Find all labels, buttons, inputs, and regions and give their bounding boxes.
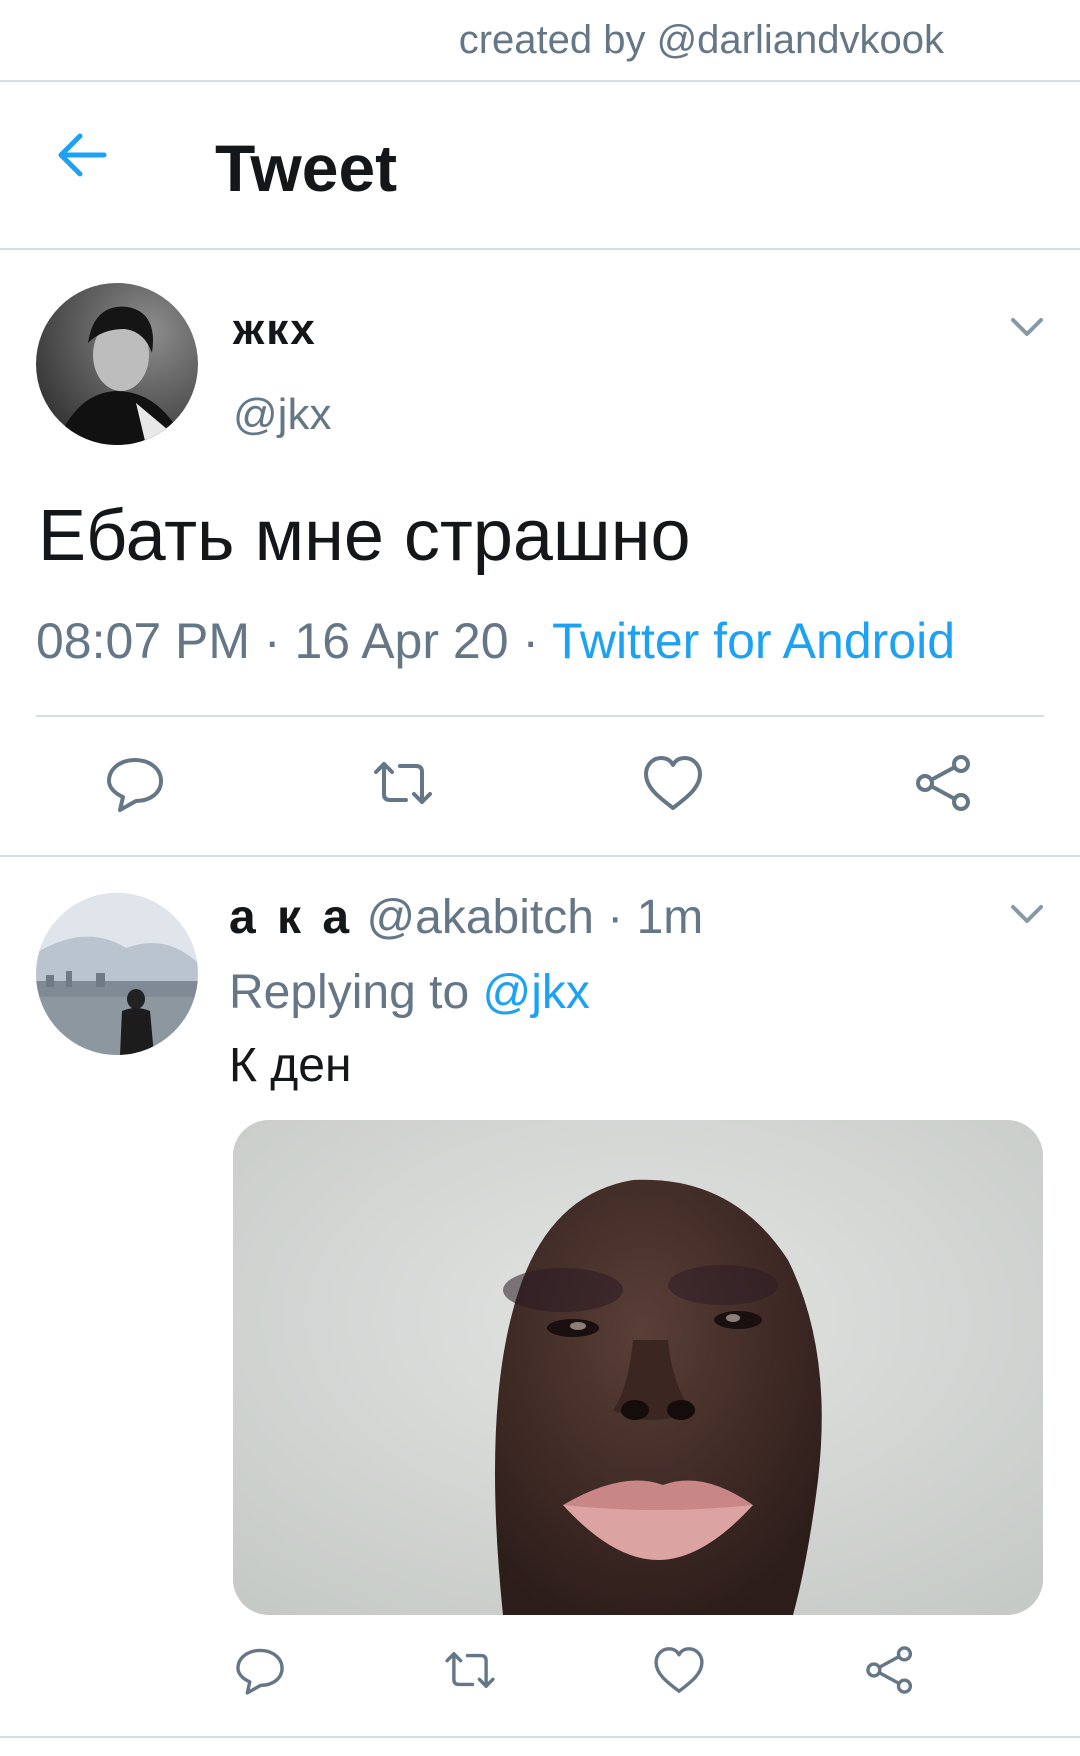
arrow-left-icon (58, 133, 107, 177)
replying-handle-link[interactable]: @jkx (482, 966, 589, 1019)
reply-time: 1m (636, 891, 704, 944)
share-button[interactable] (911, 750, 977, 816)
tweet-text: Ебать мне страшно (38, 496, 691, 576)
reply-button[interactable] (232, 1642, 288, 1698)
chevron-down-icon (1011, 318, 1043, 336)
reply-avatar[interactable] (36, 893, 198, 1055)
tweet-source-link[interactable]: Twitter for Android (552, 613, 955, 669)
like-button[interactable] (640, 750, 706, 816)
chevron-down-icon (1011, 905, 1043, 923)
page-title: Tweet (215, 131, 398, 205)
reply-author-name[interactable]: а к а (229, 891, 353, 944)
like-button[interactable] (651, 1642, 707, 1698)
reply-options-button[interactable] (1003, 895, 1051, 935)
header-divider (0, 248, 1080, 250)
divider (0, 855, 1080, 857)
retweet-icon (445, 1652, 495, 1688)
tweet-time: 08:07 PM (36, 613, 251, 669)
reply-text: К ден (229, 1039, 352, 1092)
author-handle[interactable]: @jkx (233, 390, 331, 440)
tweet-options-button[interactable] (1003, 308, 1051, 348)
reply-header: а к а @akabitch · 1m (229, 890, 703, 945)
reply-button[interactable] (102, 750, 168, 816)
avatar-photo (36, 893, 198, 1055)
divider (0, 1736, 1080, 1738)
retweet-icon (374, 762, 432, 804)
like-icon (654, 1647, 704, 1693)
author-name[interactable]: жкх (233, 305, 317, 355)
replying-to: Replying to @jkx (229, 965, 590, 1020)
reply-media-image[interactable] (233, 1120, 1043, 1615)
divider (36, 715, 1044, 717)
share-icon (916, 755, 970, 811)
reply-author-handle[interactable]: @akabitch (366, 891, 594, 944)
avatar[interactable] (36, 283, 198, 445)
meta-separator: · (250, 613, 295, 669)
share-icon (866, 1646, 913, 1694)
watermark-credit: created by @darliandvkook (458, 18, 944, 62)
tweet-meta: 08:07 PM · 16 Apr 20 · Twitter for Andro… (36, 612, 955, 670)
like-icon (644, 756, 702, 810)
retweet-button[interactable] (442, 1642, 498, 1698)
divider (0, 80, 1080, 82)
replying-label: Replying to (229, 966, 470, 1019)
meta-separator: · (508, 613, 553, 669)
reply-icon (107, 758, 163, 812)
tweet-date: 16 Apr 20 (294, 613, 509, 669)
reply-icon (236, 1648, 284, 1695)
meta-separator: · (593, 891, 637, 944)
avatar-photo (36, 283, 198, 445)
media-photo (233, 1120, 1043, 1615)
back-button[interactable] (52, 125, 112, 185)
share-button[interactable] (862, 1642, 918, 1698)
retweet-button[interactable] (370, 750, 436, 816)
